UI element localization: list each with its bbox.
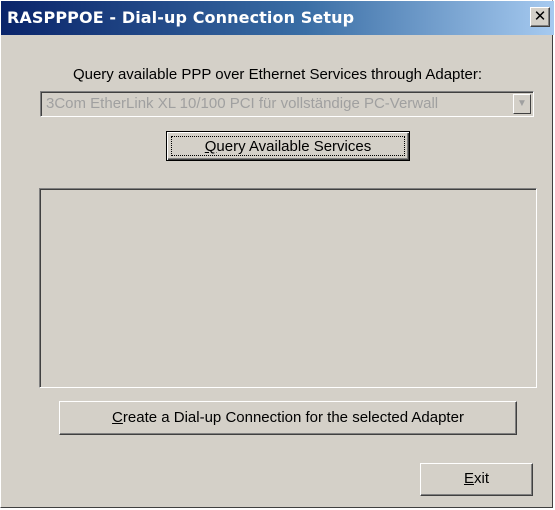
close-icon: ✕ <box>533 7 547 25</box>
exit-button[interactable]: Exit <box>420 463 533 496</box>
exit-button-accelerator: E <box>463 470 474 487</box>
adapter-select-dropdown-button[interactable]: ▼ <box>513 94 531 114</box>
exit-button-label: xit <box>474 470 489 487</box>
adapter-prompt-label: Query available PPP over Ethernet Servic… <box>72 66 483 83</box>
create-connection-button[interactable]: Create a Dial-up Connection for the sele… <box>59 401 517 435</box>
title-bar[interactable]: RASPPPOE - Dial-up Connection Setup ✕ <box>1 1 554 35</box>
adapter-select[interactable]: 3Com EtherLink XL 10/100 PCI für vollstä… <box>40 91 534 117</box>
dialog-window: RASPPPOE - Dial-up Connection Setup ✕ Qu… <box>0 0 554 508</box>
create-button-label: reate a Dial-up Connection for the selec… <box>122 409 464 426</box>
window-title: RASPPPOE - Dial-up Connection Setup <box>7 8 355 27</box>
query-services-button[interactable]: Query Available Services <box>166 131 410 161</box>
create-button-accelerator: C <box>112 409 123 426</box>
services-list[interactable] <box>39 188 537 388</box>
query-button-accelerator: Q <box>204 138 217 155</box>
chevron-down-icon: ▼ <box>517 98 527 109</box>
query-button-label: uery Available Services <box>216 138 372 155</box>
close-button[interactable]: ✕ <box>530 7 550 27</box>
focus-rectangle: Query Available Services <box>171 136 405 156</box>
adapter-select-value: 3Com EtherLink XL 10/100 PCI für vollstä… <box>46 95 439 112</box>
